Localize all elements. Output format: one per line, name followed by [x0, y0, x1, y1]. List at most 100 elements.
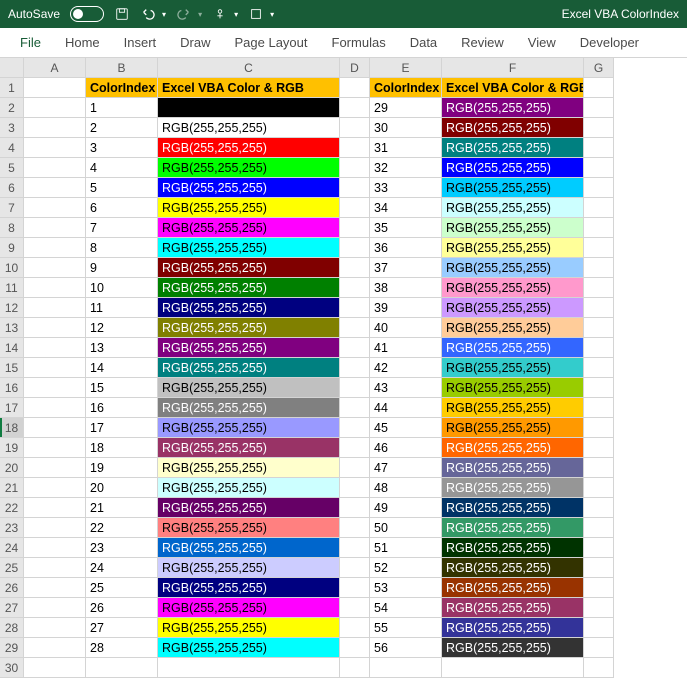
cell-D26[interactable]: [340, 578, 370, 598]
cell-B12[interactable]: 11: [86, 298, 158, 318]
cell-F13[interactable]: RGB(255,255,255): [442, 318, 584, 338]
cell-B6[interactable]: 5: [86, 178, 158, 198]
cell-G12[interactable]: [584, 298, 614, 318]
tab-file[interactable]: File: [8, 28, 53, 58]
cell-F2[interactable]: RGB(255,255,255): [442, 98, 584, 118]
col-header-E[interactable]: E: [370, 58, 442, 78]
row-header-15[interactable]: 15: [0, 358, 24, 378]
cell-E28[interactable]: 55: [370, 618, 442, 638]
cell-E6[interactable]: 33: [370, 178, 442, 198]
cell-A21[interactable]: [24, 478, 86, 498]
cell-B1[interactable]: ColorIndex: [86, 78, 158, 98]
col-header-D[interactable]: D: [340, 58, 370, 78]
cell-F1[interactable]: Excel VBA Color & RGB: [442, 78, 584, 98]
tab-view[interactable]: View: [516, 28, 568, 58]
row-header-21[interactable]: 21: [0, 478, 24, 498]
cell-E20[interactable]: 47: [370, 458, 442, 478]
cell-B5[interactable]: 4: [86, 158, 158, 178]
cell-F27[interactable]: RGB(255,255,255): [442, 598, 584, 618]
row-header-26[interactable]: 26: [0, 578, 24, 598]
cell-E4[interactable]: 31: [370, 138, 442, 158]
cell-C19[interactable]: RGB(255,255,255): [158, 438, 340, 458]
cell-F9[interactable]: RGB(255,255,255): [442, 238, 584, 258]
cell-G23[interactable]: [584, 518, 614, 538]
cell-C28[interactable]: RGB(255,255,255): [158, 618, 340, 638]
cell-F8[interactable]: RGB(255,255,255): [442, 218, 584, 238]
cell-F10[interactable]: RGB(255,255,255): [442, 258, 584, 278]
cell-C14[interactable]: RGB(255,255,255): [158, 338, 340, 358]
tab-draw[interactable]: Draw: [168, 28, 222, 58]
cell-D22[interactable]: [340, 498, 370, 518]
cell-F25[interactable]: RGB(255,255,255): [442, 558, 584, 578]
cell-A4[interactable]: [24, 138, 86, 158]
cell-D1[interactable]: [340, 78, 370, 98]
cell-G6[interactable]: [584, 178, 614, 198]
cell-A29[interactable]: [24, 638, 86, 658]
cell-D10[interactable]: [340, 258, 370, 278]
cell-E29[interactable]: 56: [370, 638, 442, 658]
cell-G11[interactable]: [584, 278, 614, 298]
cell-E15[interactable]: 42: [370, 358, 442, 378]
cell-C2[interactable]: [158, 98, 340, 118]
cell-G2[interactable]: [584, 98, 614, 118]
cell-B2[interactable]: 1: [86, 98, 158, 118]
cell-C17[interactable]: RGB(255,255,255): [158, 398, 340, 418]
cell-B9[interactable]: 8: [86, 238, 158, 258]
chevron-down-icon[interactable]: ▾: [270, 10, 274, 19]
cell-G18[interactable]: [584, 418, 614, 438]
cell-B26[interactable]: 25: [86, 578, 158, 598]
row-header-13[interactable]: 13: [0, 318, 24, 338]
cell-F15[interactable]: RGB(255,255,255): [442, 358, 584, 378]
cell-D27[interactable]: [340, 598, 370, 618]
cell-G10[interactable]: [584, 258, 614, 278]
row-header-3[interactable]: 3: [0, 118, 24, 138]
cell-B3[interactable]: 2: [86, 118, 158, 138]
cell-C4[interactable]: RGB(255,255,255): [158, 138, 340, 158]
cell-E8[interactable]: 35: [370, 218, 442, 238]
cell-G9[interactable]: [584, 238, 614, 258]
cell-F17[interactable]: RGB(255,255,255): [442, 398, 584, 418]
cell-C23[interactable]: RGB(255,255,255): [158, 518, 340, 538]
cell-F21[interactable]: RGB(255,255,255): [442, 478, 584, 498]
cell-E24[interactable]: 51: [370, 538, 442, 558]
col-header-B[interactable]: B: [86, 58, 158, 78]
cell-C11[interactable]: RGB(255,255,255): [158, 278, 340, 298]
cell-F14[interactable]: RGB(255,255,255): [442, 338, 584, 358]
tab-page-layout[interactable]: Page Layout: [223, 28, 320, 58]
cell-D12[interactable]: [340, 298, 370, 318]
cell-C30[interactable]: [158, 658, 340, 678]
autosave-toggle[interactable]: [70, 6, 104, 22]
cell-C22[interactable]: RGB(255,255,255): [158, 498, 340, 518]
cell-G21[interactable]: [584, 478, 614, 498]
cell-E21[interactable]: 48: [370, 478, 442, 498]
cell-A14[interactable]: [24, 338, 86, 358]
cell-B28[interactable]: 27: [86, 618, 158, 638]
cell-F4[interactable]: RGB(255,255,255): [442, 138, 584, 158]
row-header-12[interactable]: 12: [0, 298, 24, 318]
redo-icon[interactable]: [176, 6, 192, 22]
row-header-5[interactable]: 5: [0, 158, 24, 178]
cell-E10[interactable]: 37: [370, 258, 442, 278]
cell-D16[interactable]: [340, 378, 370, 398]
chevron-down-icon[interactable]: ▾: [198, 10, 202, 19]
col-header-G[interactable]: G: [584, 58, 614, 78]
select-all-corner[interactable]: [0, 58, 24, 78]
cell-E30[interactable]: [370, 658, 442, 678]
tab-developer[interactable]: Developer: [568, 28, 651, 58]
cell-F5[interactable]: RGB(255,255,255): [442, 158, 584, 178]
cell-B19[interactable]: 18: [86, 438, 158, 458]
cell-G28[interactable]: [584, 618, 614, 638]
cell-A25[interactable]: [24, 558, 86, 578]
cell-B4[interactable]: 3: [86, 138, 158, 158]
cell-G20[interactable]: [584, 458, 614, 478]
cell-A13[interactable]: [24, 318, 86, 338]
cell-A16[interactable]: [24, 378, 86, 398]
cell-G26[interactable]: [584, 578, 614, 598]
row-header-11[interactable]: 11: [0, 278, 24, 298]
cell-E14[interactable]: 41: [370, 338, 442, 358]
cell-F20[interactable]: RGB(255,255,255): [442, 458, 584, 478]
cell-D18[interactable]: [340, 418, 370, 438]
cell-A26[interactable]: [24, 578, 86, 598]
cell-A8[interactable]: [24, 218, 86, 238]
cell-D23[interactable]: [340, 518, 370, 538]
